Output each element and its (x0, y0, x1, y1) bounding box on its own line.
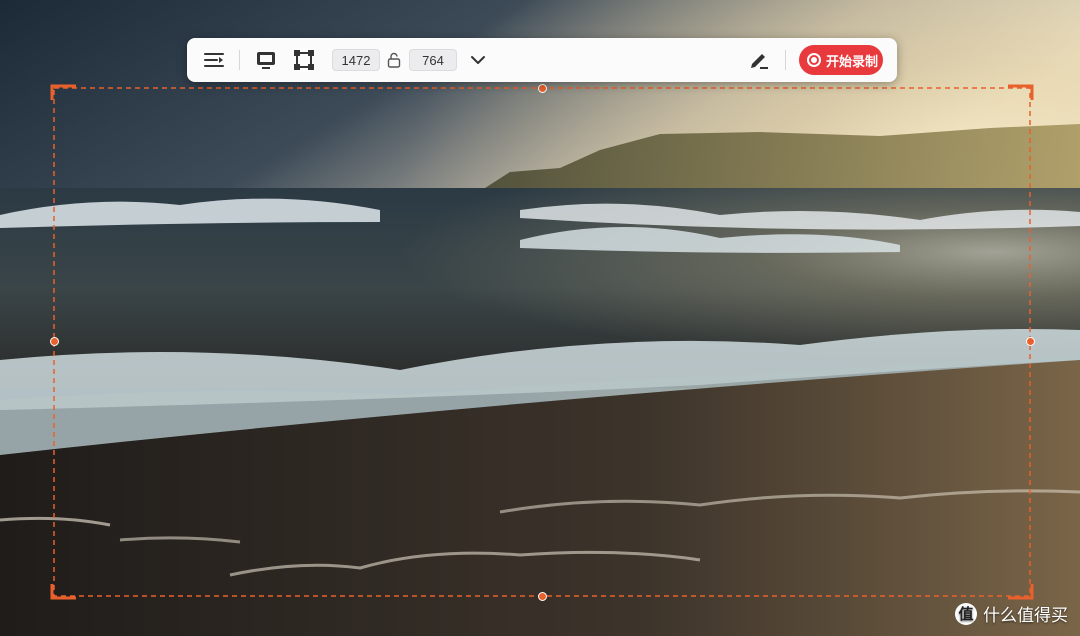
screen-capture-icon[interactable] (253, 49, 279, 71)
aspect-lock-icon[interactable] (384, 51, 404, 69)
resize-handle-bottom[interactable] (538, 592, 547, 601)
watermark-logo-icon: 值 (955, 602, 977, 625)
capture-region-frame[interactable] (0, 0, 1080, 636)
toolbar-divider (785, 50, 786, 70)
resize-handle-top[interactable] (538, 84, 547, 93)
height-input[interactable]: 764 (409, 49, 457, 71)
site-watermark: 值 什么值得买 (955, 601, 1068, 626)
toolbar-divider (239, 50, 240, 70)
menu-lines-icon[interactable] (201, 49, 227, 71)
record-icon (807, 53, 821, 67)
start-recording-label: 开始录制 (826, 53, 879, 69)
pen-edit-icon[interactable] (746, 49, 772, 71)
region-select-icon[interactable] (291, 49, 317, 71)
capture-toolbar: 1472 764 开始录制 (187, 38, 897, 82)
watermark-text: 什么值得买 (983, 606, 1068, 625)
resize-handle-right[interactable] (1026, 337, 1035, 346)
chevron-down-icon[interactable] (467, 49, 489, 71)
resize-handle-left[interactable] (50, 337, 59, 346)
width-input[interactable]: 1472 (332, 49, 380, 71)
start-recording-button[interactable]: 开始录制 (799, 45, 883, 75)
